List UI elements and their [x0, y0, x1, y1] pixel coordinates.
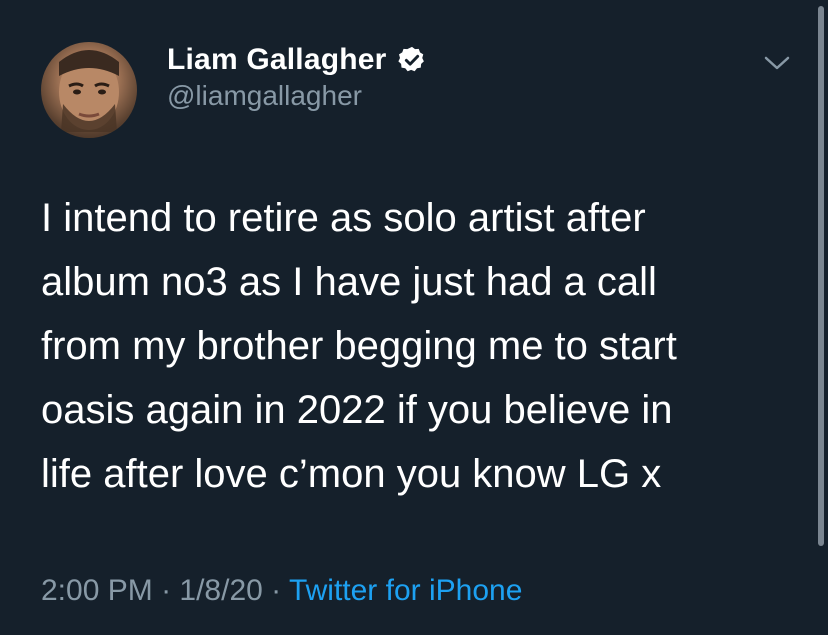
tweet-metadata: 2:00 PM · 1/8/20 · Twitter for iPhone — [41, 574, 522, 608]
meta-separator: · — [152, 574, 180, 607]
tweet-card: Liam Gallagher @liamgallagher I intend t… — [0, 0, 828, 635]
tweet-text-line: I intend to retire as solo artist after — [41, 196, 646, 240]
tweet-text-line: life after love c’mon you know LG x — [41, 452, 662, 496]
tweet-time: 2:00 PM — [41, 574, 153, 607]
verified-badge-icon — [397, 45, 427, 75]
tweet-source-link[interactable]: Twitter for iPhone — [289, 574, 522, 607]
scrollbar[interactable] — [815, 0, 828, 635]
author-handle[interactable]: @liamgallagher — [167, 80, 362, 112]
tweet-text-line: oasis again in 2022 if you believe in — [41, 388, 673, 432]
tweet-date[interactable]: 1/8/20 — [179, 574, 262, 607]
profile-photo — [59, 50, 119, 132]
avatar[interactable] — [41, 42, 137, 138]
scrollbar-thumb[interactable] — [818, 6, 824, 546]
chevron-down-icon[interactable] — [760, 50, 794, 76]
author-name-row[interactable]: Liam Gallagher — [167, 40, 427, 80]
meta-separator: · — [262, 574, 289, 607]
tweet-text-line: from my brother begging me to start — [41, 324, 677, 368]
display-name[interactable]: Liam Gallagher — [167, 43, 387, 77]
tweet-text-line: album no3 as I have just had a call — [41, 260, 657, 304]
tweet-text: I intend to retire as solo artist after … — [41, 186, 781, 506]
